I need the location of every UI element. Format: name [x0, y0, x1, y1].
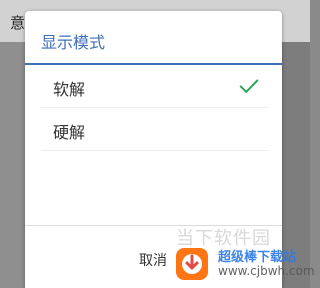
option-hard-decode[interactable]: 硬解 [41, 108, 268, 151]
option-soft-decode[interactable]: 软解 [41, 65, 268, 108]
option-label: 硬解 [53, 123, 86, 142]
watermark-url: www.cjbwh.com [218, 264, 315, 278]
background-left-strip [0, 42, 25, 288]
background-header-text: 意 [10, 14, 26, 32]
watermark-logo-icon [176, 248, 208, 280]
option-label: 软解 [53, 80, 86, 99]
check-icon [239, 79, 259, 93]
watermark: 当下软件园 超级棒下载站 www.cjbwh.com [170, 224, 315, 288]
watermark-brand: 超级棒下载站 [218, 250, 297, 265]
cancel-label: 取消 [139, 252, 167, 268]
dialog-title: 显示模式 [41, 33, 106, 52]
